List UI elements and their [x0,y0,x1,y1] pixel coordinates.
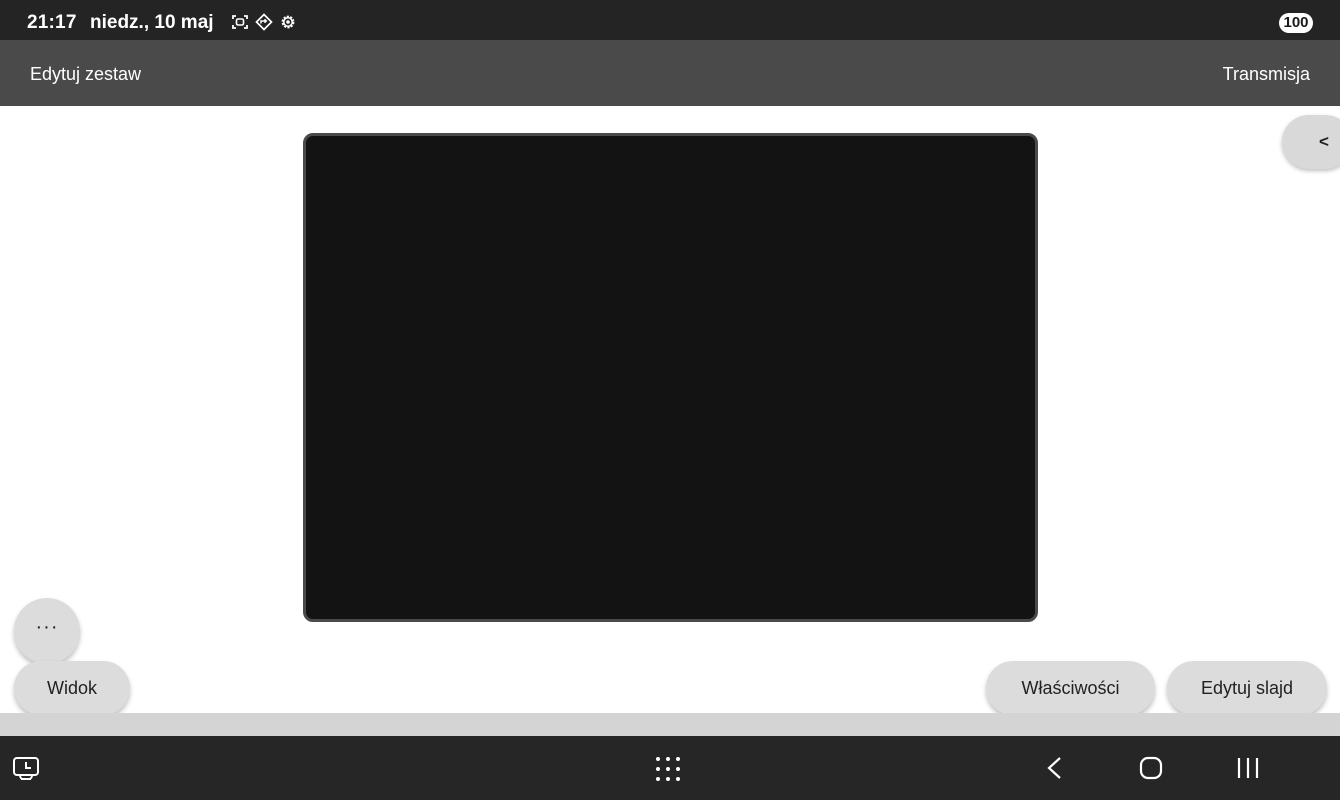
status-bar: 21:17 niedz., 10 maj 100 [0,0,1340,40]
edit-slide-button[interactable]: Edytuj slajd [1167,661,1327,715]
slide-preview[interactable] [303,133,1038,622]
chevron-left-icon: < [1319,132,1329,151]
side-panel-toggle[interactable]: < [1282,115,1340,169]
app-bar: Edytuj zestaw Transmisja [0,40,1340,106]
status-icons [231,13,297,31]
properties-button[interactable]: Właściwości [986,661,1155,715]
settings-gear-icon [279,13,297,31]
broadcast-button[interactable]: Transmisja [1223,64,1310,85]
screenshot-icon [231,13,249,31]
back-icon[interactable] [1044,756,1066,780]
recents-icon[interactable] [1236,757,1260,779]
battery-indicator: 100 [1279,13,1313,33]
navigation-bar [0,736,1340,800]
recent-screen-icon[interactable] [12,755,40,783]
view-button[interactable]: Widok [14,661,130,715]
status-date: niedz., 10 maj [90,12,214,33]
status-time: 21:17 [27,12,77,33]
edit-set-button[interactable]: Edytuj zestaw [30,64,141,85]
app-drawer-icon[interactable] [655,756,681,782]
location-diamond-icon [255,13,273,31]
bottom-strip [0,713,1340,736]
screen: 21:17 niedz., 10 maj 100 Edytuj zestaw T… [0,0,1340,800]
more-options-button[interactable]: ··· [14,598,80,664]
home-icon[interactable] [1139,756,1163,780]
